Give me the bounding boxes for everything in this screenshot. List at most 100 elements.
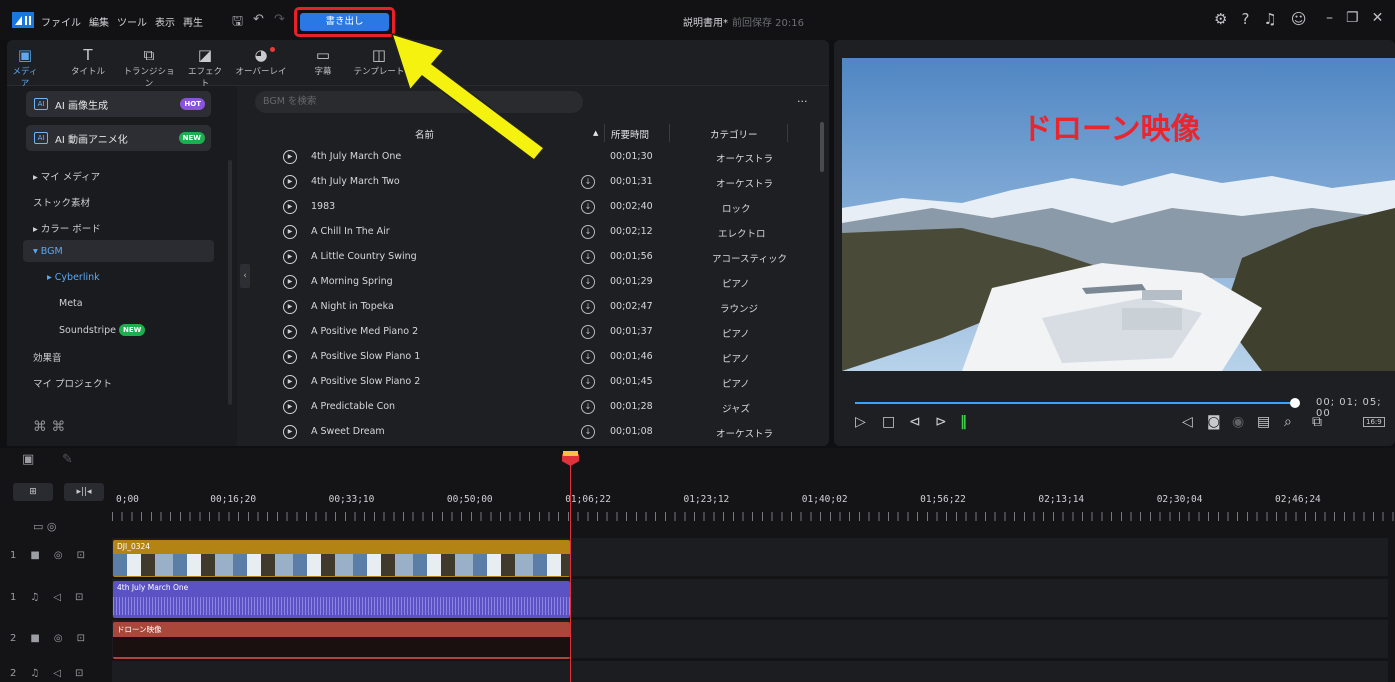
play-preview-icon[interactable]: ▶ [283, 400, 297, 414]
next-frame-icon[interactable]: ⊳ [935, 414, 947, 430]
fit-timeline-button[interactable]: ▸||◂ [64, 483, 104, 501]
table-row[interactable]: ▶ A Positive Med Piano 2 ↓ 00;01;37 ピアノ [255, 320, 815, 345]
notification-bell-icon[interactable]: ♫ [1263, 10, 1276, 28]
download-icon[interactable]: ↓ [581, 350, 595, 364]
sidebar-item-cyberlink[interactable]: ▸ Cyberlink [47, 272, 100, 283]
sidebar-item-soundstripe[interactable]: Soundstripe NEW [59, 324, 146, 336]
download-icon[interactable]: ↓ [581, 250, 595, 264]
more-options-icon[interactable]: ··· [797, 95, 808, 108]
play-preview-icon[interactable]: ▶ [283, 425, 297, 439]
table-row[interactable]: ▶ A Positive Slow Piano 2 ↓ 00;01;45 ピアノ [255, 370, 815, 395]
sidebar-item-my-media[interactable]: ▸ マイ メディア [33, 169, 100, 183]
help-icon[interactable]: ? [1241, 10, 1249, 28]
track-manager-icon[interactable]: ▣ [22, 452, 34, 467]
close-icon[interactable]: ✕ [1372, 10, 1384, 26]
play-preview-icon[interactable]: ▶ [283, 375, 297, 389]
table-row[interactable]: ▶ A Chill In The Air ↓ 00;02;12 エレクトロ [255, 220, 815, 245]
tab-transition[interactable]: ⧉ トランジション [120, 46, 178, 89]
list-scrollbar[interactable] [820, 122, 824, 172]
tab-overlay[interactable]: ◕ オーバーレイ [232, 46, 290, 77]
tag-edit-icon[interactable]: ⌘ [51, 419, 65, 435]
play-preview-icon[interactable]: ▶ [283, 250, 297, 264]
table-row[interactable]: ▶ A Predictable Con ↓ 00;01;28 ジャズ [255, 395, 815, 420]
minimize-icon[interactable]: – [1326, 10, 1333, 26]
lock-icon[interactable]: ⊡ [75, 668, 83, 679]
download-icon[interactable]: ↓ [581, 200, 595, 214]
zoom-icon[interactable]: ⌕ [1284, 414, 1292, 430]
redo-icon[interactable]: ↷ [274, 12, 285, 27]
undock-preview-icon[interactable]: ⧉ [1312, 414, 1322, 430]
download-icon[interactable]: ↓ [581, 300, 595, 314]
table-row[interactable]: ▶ A Little Country Swing ↓ 00;01;56 アコースティック [255, 245, 815, 270]
playback-progress-bar[interactable] [855, 402, 1295, 404]
play-preview-icon[interactable]: ▶ [283, 150, 297, 164]
settings-gear-icon[interactable]: ⚙ [1214, 10, 1227, 28]
menu-tools[interactable]: ツール [117, 14, 147, 29]
menu-file[interactable]: ファイル [41, 14, 81, 29]
subtitle-toggle-icon[interactable]: ▤ [1257, 414, 1270, 430]
table-row[interactable]: ▶ A Positive Slow Piano 1 ↓ 00;01;46 ピアノ [255, 345, 815, 370]
column-duration[interactable]: 所要時間 [611, 127, 649, 141]
ai-image-generation-button[interactable]: AI AI 画像生成 HOT [26, 91, 211, 117]
record-icon[interactable]: ◉ [1232, 414, 1244, 430]
download-icon[interactable]: ↓ [581, 400, 595, 414]
sidebar-item-my-projects[interactable]: マイ プロジェクト [33, 376, 112, 390]
download-icon[interactable]: ↓ [581, 275, 595, 289]
previous-frame-icon[interactable]: ⊲ [909, 414, 921, 430]
collapse-sidebar-button[interactable]: ‹ [240, 264, 250, 288]
menu-play[interactable]: 再生 [183, 14, 203, 29]
menu-edit[interactable]: 編集 [89, 14, 109, 29]
tab-title[interactable]: T タイトル [70, 46, 106, 77]
volume-icon[interactable]: ◁ [1182, 414, 1193, 430]
play-preview-icon[interactable]: ▶ [283, 225, 297, 239]
download-icon[interactable]: ↓ [581, 425, 595, 439]
eye-icon[interactable]: ◎ [54, 633, 63, 644]
lock-icon[interactable]: ⊡ [75, 592, 83, 603]
snapshot-camera-icon[interactable]: ◙ [1207, 414, 1221, 430]
download-icon[interactable]: ↓ [581, 325, 595, 339]
ai-anime-button[interactable]: AI AI 動画アニメ化 NEW [26, 125, 211, 151]
sidebar-item-bgm[interactable]: ▾ BGM [33, 246, 63, 257]
tab-media[interactable]: ▣ メディア [10, 46, 40, 89]
playback-scrubber-handle[interactable] [1290, 398, 1300, 408]
stop-icon[interactable]: □ [882, 414, 895, 430]
timeline-layer-icon[interactable]: ▭ ◎ [33, 520, 57, 533]
restore-icon[interactable]: ❐ [1346, 10, 1359, 26]
menu-view[interactable]: 表示 [155, 14, 175, 29]
save-icon[interactable]: 🖫 [232, 12, 243, 34]
speaker-icon[interactable]: ◁ [53, 668, 61, 679]
edit-tools-icon[interactable]: ✎ [62, 452, 73, 467]
play-icon[interactable]: ▷ [855, 414, 866, 430]
eye-icon[interactable]: ◎ [54, 550, 63, 561]
lock-icon[interactable]: ⊡ [77, 633, 85, 644]
export-button[interactable]: 書き出し [300, 13, 389, 31]
sort-up-icon[interactable]: ▲ [593, 129, 598, 137]
table-row[interactable]: ▶ 1983 ↓ 00;02;40 ロック [255, 195, 815, 220]
play-preview-icon[interactable]: ▶ [283, 325, 297, 339]
table-row[interactable]: ▶ A Night in Topeka ↓ 00;02;47 ラウンジ [255, 295, 815, 320]
speaker-icon[interactable]: ◁ [53, 592, 61, 603]
tab-subtitle[interactable]: ▭ 字幕 [308, 46, 338, 77]
download-icon[interactable]: ↓ [581, 225, 595, 239]
aspect-ratio-button[interactable]: 16:9 [1363, 417, 1385, 427]
sidebar-item-stock[interactable]: ストック素材 [33, 195, 90, 209]
lock-icon[interactable]: ⊡ [77, 550, 85, 561]
column-category[interactable]: カテゴリー [710, 127, 758, 141]
sidebar-item-meta[interactable]: Meta [59, 298, 83, 309]
sidebar-scrollbar[interactable] [228, 160, 232, 405]
table-row[interactable]: ▶ 4th July March Two ↓ 00;01;31 オーケストラ [255, 170, 815, 195]
timeline-view-button[interactable]: ⊞ [13, 483, 53, 501]
tab-effect[interactable]: ◪ エフェクト [186, 46, 224, 89]
table-row[interactable]: ▶ A Morning Spring ↓ 00;01;29 ピアノ [255, 270, 815, 295]
play-preview-icon[interactable]: ▶ [283, 300, 297, 314]
video-clip[interactable]: DJI_0324 [113, 540, 570, 577]
audio-clip[interactable]: 4th July March One [113, 581, 570, 618]
account-icon[interactable]: ☺ [1291, 10, 1307, 28]
playhead-line[interactable] [570, 462, 571, 682]
play-preview-icon[interactable]: ▶ [283, 350, 297, 364]
play-preview-icon[interactable]: ▶ [283, 275, 297, 289]
tag-add-icon[interactable]: ⌘ [33, 419, 47, 435]
table-row[interactable]: ▶ A Sweet Dream ↓ 00;01;08 オーケストラ [255, 420, 815, 445]
undo-icon[interactable]: ↶ [253, 12, 264, 27]
play-preview-icon[interactable]: ▶ [283, 200, 297, 214]
